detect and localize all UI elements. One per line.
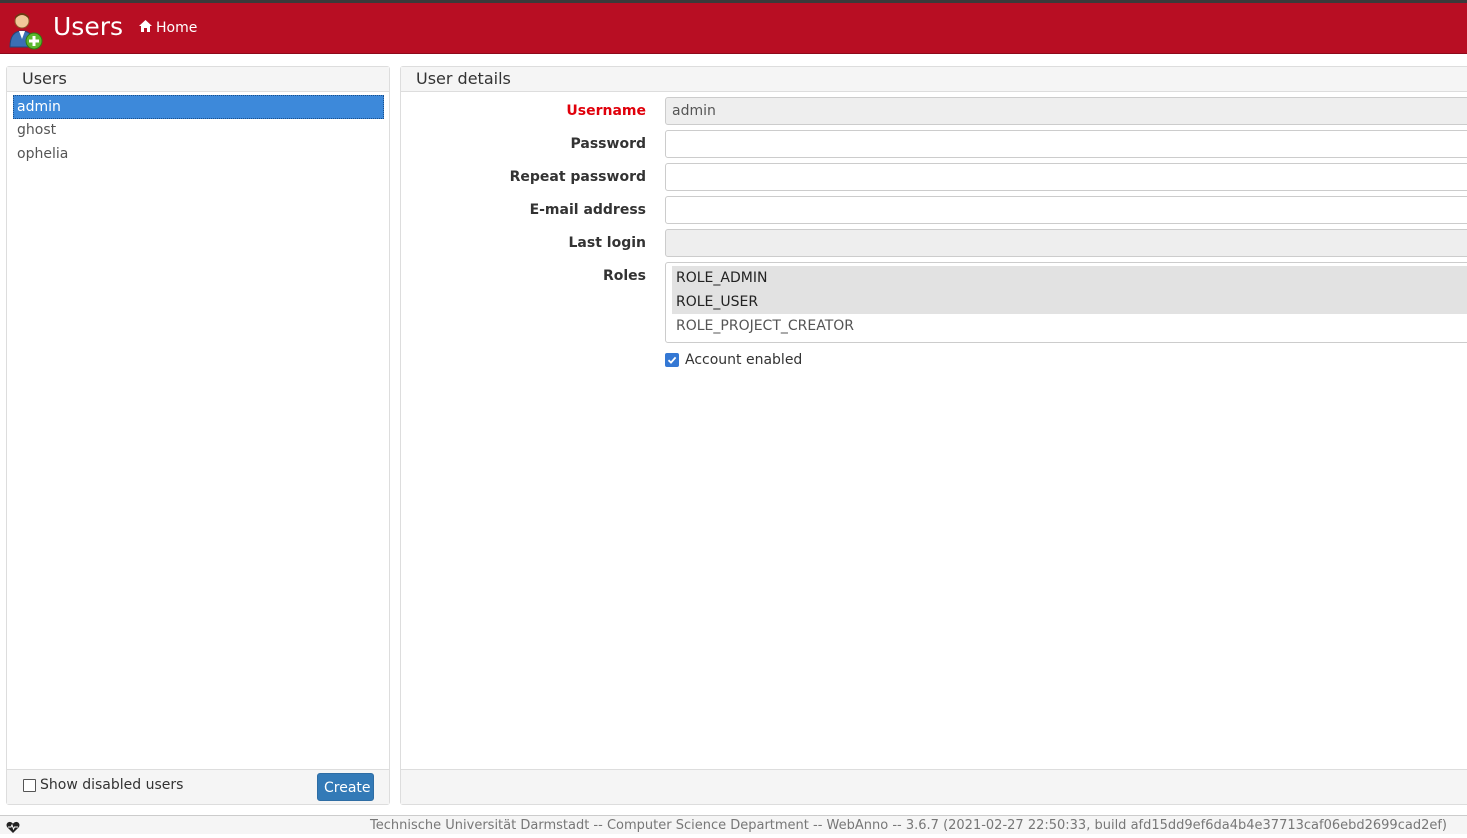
checkmark-icon [667,356,677,364]
email-row: E-mail address [401,196,1467,224]
last-login-field [665,229,1467,257]
heartbeat-icon [6,819,20,833]
email-label: E-mail address [529,202,646,218]
page-title: Users [53,12,124,41]
user-details-footer [401,769,1467,804]
user-list-item[interactable]: ghost [13,119,384,143]
roles-select[interactable]: ROLE_ADMIN ROLE_USER ROLE_PROJECT_CREATO… [665,262,1467,343]
show-disabled-users-checkbox[interactable] [23,778,36,792]
page-footer: Technische Universität Darmstadt -- Comp… [0,815,1467,834]
user-list[interactable]: admin ghost ophelia [13,95,384,167]
account-enabled-checkbox[interactable] [665,353,679,367]
repeat-password-row: Repeat password [401,163,1467,191]
top-navbar: Users Home [0,0,1467,54]
repeat-password-label: Repeat password [509,169,646,185]
footer-version-text: Technische Universität Darmstadt -- Comp… [370,818,1447,833]
username-row: Username admin [401,97,1467,125]
username-label: Username [566,103,646,119]
user-list-item[interactable]: admin [13,95,384,119]
role-option[interactable]: ROLE_USER [672,290,1467,314]
last-login-label: Last login [568,235,646,251]
users-panel: Users admin ghost ophelia Show disabled … [6,66,390,805]
repeat-password-field[interactable] [665,163,1467,191]
password-field[interactable] [665,130,1467,158]
role-option[interactable]: ROLE_PROJECT_CREATOR [672,314,1467,338]
user-details-heading: User details [401,67,1467,92]
show-disabled-users-toggle[interactable]: Show disabled users [23,777,183,793]
account-enabled-label: Account enabled [685,352,803,368]
home-icon [139,19,152,37]
username-field: admin [665,97,1467,125]
password-row: Password [401,130,1467,158]
users-panel-heading: Users [7,67,389,92]
password-label: Password [570,136,646,152]
create-user-button[interactable]: Create [317,773,374,801]
user-details-panel: User details Username admin Password Rep… [400,66,1467,805]
user-list-item[interactable]: ophelia [13,143,384,167]
home-link-label: Home [156,20,198,36]
roles-label: Roles [602,268,646,284]
last-login-row: Last login [401,229,1467,257]
user-add-icon [8,9,44,51]
email-field[interactable] [665,196,1467,224]
show-disabled-users-label: Show disabled users [40,777,184,793]
role-option[interactable]: ROLE_ADMIN [672,266,1467,290]
home-link[interactable]: Home [139,19,197,37]
users-panel-footer: Show disabled users Create [7,769,389,804]
account-enabled-toggle[interactable]: Account enabled [665,352,802,368]
